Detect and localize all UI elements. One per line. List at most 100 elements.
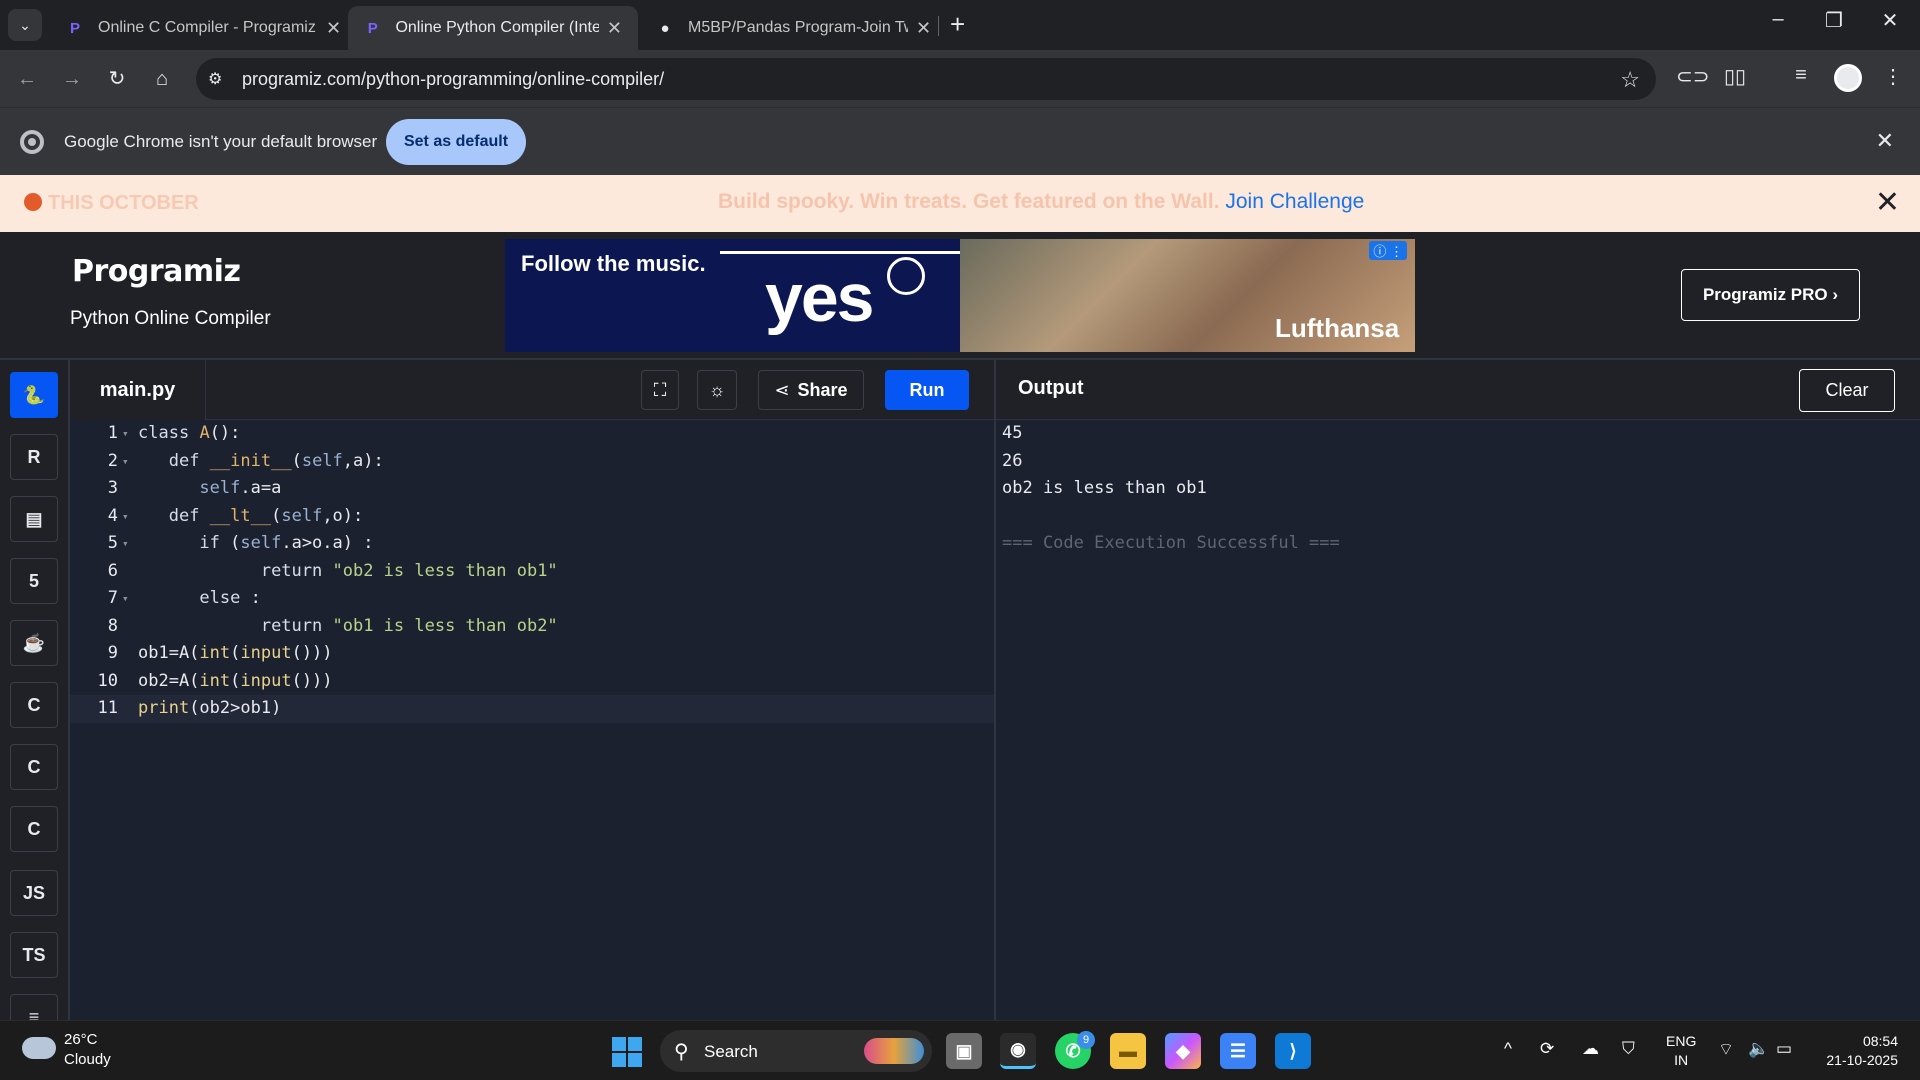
programiz-favicon-icon: P <box>367 19 378 37</box>
tab-strip: ⌄ P Online C Compiler - Programiz ✕ P On… <box>0 0 1920 50</box>
java-language-button[interactable]: ☕ <box>10 620 58 666</box>
r-language-button[interactable]: R <box>10 434 58 480</box>
address-bar[interactable]: ⚙ programiz.com/python-programming/onlin… <box>196 58 1656 100</box>
volume-muted-icon[interactable]: 🔈 <box>1748 1039 1769 1059</box>
battery-icon[interactable]: ▭ <box>1776 1039 1792 1059</box>
sun-icon: ☼ <box>708 379 726 400</box>
infobar-message: Google Chrome isn't your default browser <box>64 132 378 151</box>
task-view-icon[interactable]: ▣ <box>946 1033 982 1069</box>
site-info-icon[interactable]: ⚙ <box>208 69 222 89</box>
fold-icon[interactable]: ▾ <box>122 585 129 613</box>
clear-button[interactable]: Clear <box>1799 369 1895 412</box>
bookmark-star-icon[interactable]: ☆ <box>1620 67 1640 93</box>
html-language-button[interactable]: 5 <box>10 558 58 604</box>
cpp-language-button[interactable]: C <box>10 744 58 790</box>
github-icon: ● <box>660 19 670 37</box>
code-line: 8 return "ob1 is less than ob2" <box>107 615 558 636</box>
more-language-button[interactable]: ≡ <box>10 994 58 1020</box>
c-language-button[interactable]: C <box>10 682 58 728</box>
csharp-language-button[interactable]: C <box>10 806 58 852</box>
tab-github[interactable]: ● M5BP/Pandas Program-Join Two ✕ <box>640 6 947 50</box>
minimize-button[interactable]: – <box>1758 8 1798 31</box>
taskbar-clock[interactable]: 08:54 21-10-2025 <box>1818 1032 1898 1070</box>
python-language-button[interactable]: 🐍 <box>10 372 58 418</box>
theme-toggle-button[interactable]: ☼ <box>697 370 737 410</box>
fold-icon[interactable]: ▾ <box>122 503 129 531</box>
language-indicator[interactable]: ENG IN <box>1666 1032 1696 1070</box>
onedrive-icon[interactable]: ☁ <box>1582 1039 1599 1059</box>
close-tab-icon[interactable]: ✕ <box>916 18 931 39</box>
output-title: Output <box>1018 377 1084 399</box>
media-control-icon[interactable]: ≡ <box>1786 64 1816 87</box>
close-tab-icon[interactable]: ✕ <box>326 18 341 39</box>
tab-python-compiler[interactable]: P Online Python Compiler (Interpreter) ✕ <box>348 6 638 50</box>
programiz-pro-button[interactable]: Programiz PRO › <box>1681 269 1860 321</box>
c-icon: C <box>27 694 41 715</box>
fullscreen-button[interactable]: ⛶ <box>641 370 679 410</box>
show-hidden-icons[interactable]: ^ <box>1504 1039 1512 1059</box>
home-button[interactable]: ⌂ <box>147 64 177 94</box>
output-line: 45 <box>1002 423 1023 443</box>
ad-info-icon[interactable]: ⓘ ⋮ <box>1369 241 1407 260</box>
close-infobar-icon[interactable]: ✕ <box>1876 128 1894 154</box>
set-as-default-button[interactable]: Set as default <box>386 119 526 165</box>
profile-avatar[interactable] <box>1834 64 1862 92</box>
cpp-icon: C <box>27 756 41 777</box>
code-editor[interactable]: 1 ▾ class A(): 2 ▾ def __init__(self,a): 3 … <box>70 420 994 1020</box>
close-promo-icon[interactable]: ✕ <box>1875 185 1900 220</box>
notepad-icon[interactable]: ☰ <box>1220 1033 1256 1069</box>
chrome-menu-icon[interactable]: ⋮ <box>1878 64 1908 89</box>
chrome-taskbar-icon[interactable]: ◉ <box>1000 1033 1036 1069</box>
ad-big-text: yes <box>765 260 874 336</box>
weather-temperature[interactable]: 26°C <box>64 1031 98 1048</box>
close-tab-icon[interactable]: ✕ <box>607 18 622 39</box>
sql-language-button[interactable]: ▤ <box>10 496 58 542</box>
fold-icon[interactable]: ▾ <box>122 420 129 448</box>
sync-icon[interactable]: ⟳ <box>1540 1039 1554 1059</box>
weather-description[interactable]: Cloudy <box>64 1051 111 1068</box>
join-challenge-link[interactable]: Join Challenge <box>1225 190 1364 213</box>
link-icon[interactable]: ⊂⊃ <box>1676 64 1710 89</box>
code-line: 6 return "ob2 is less than ob1" <box>107 560 558 581</box>
code-line: 9 ob1=A(int(input())) <box>107 643 333 663</box>
tab-search-button[interactable]: ⌄ <box>8 9 42 41</box>
file-tab[interactable]: main.py <box>70 360 206 420</box>
advertisement-banner[interactable]: Follow the music. yes Lufthansa ⓘ ⋮ <box>505 239 1415 352</box>
code-line: 4 ▾ def __lt__(self,o): <box>70 503 994 531</box>
run-button[interactable]: Run <box>885 370 969 410</box>
url-text: programiz.com/python-programming/online-… <box>242 69 665 89</box>
new-tab-button[interactable]: + <box>950 10 965 38</box>
start-button[interactable] <box>612 1037 642 1067</box>
cloud-icon[interactable] <box>22 1037 56 1059</box>
wifi-icon[interactable]: ⌔ <box>1718 1039 1734 1060</box>
back-button[interactable]: ← <box>12 64 42 94</box>
html5-icon: 5 <box>28 570 39 591</box>
pumpkin-icon <box>24 193 42 211</box>
close-window-button[interactable]: ✕ <box>1870 8 1910 33</box>
security-icon[interactable]: ⛉ <box>1622 1039 1635 1059</box>
default-browser-infobar: Google Chrome isn't your default browser… <box>0 107 1920 175</box>
reading-mode-icon[interactable]: ▯▯ <box>1720 64 1750 89</box>
taskbar-search[interactable]: ⚲ Search <box>660 1030 932 1072</box>
fold-icon[interactable]: ▾ <box>122 448 129 476</box>
output-console[interactable]: 45 26 ob2 is less than ob1 === Code Exec… <box>994 420 1920 1020</box>
restore-button[interactable]: ❐ <box>1814 8 1854 33</box>
programiz-favicon-icon: P <box>69 19 80 37</box>
file-explorer-icon[interactable]: ▬ <box>1110 1033 1146 1069</box>
reload-button[interactable]: ↻ <box>102 64 132 94</box>
code-line: 10 ob2=A(int(input())) <box>97 670 333 691</box>
whatsapp-badge: 9 <box>1077 1031 1095 1049</box>
database-icon: ▤ <box>25 508 43 529</box>
output-header: Output Clear <box>994 360 1920 420</box>
fold-icon[interactable]: ▾ <box>122 530 129 558</box>
programiz-logo[interactable]: Programiz <box>72 254 241 289</box>
promo-label: THIS OCTOBER <box>24 192 199 215</box>
vscode-icon[interactable]: ⟩ <box>1275 1033 1311 1069</box>
ts-language-button[interactable]: TS <box>10 932 58 978</box>
copilot-icon[interactable]: ◆ <box>1165 1033 1201 1069</box>
forward-button[interactable]: → <box>57 64 87 94</box>
share-button[interactable]: ⋖ Share <box>758 370 864 410</box>
tab-c-compiler[interactable]: P Online C Compiler - Programiz ✕ <box>50 6 357 50</box>
language-sidebar: 🐍 R ▤ 5 ☕ C C C JS TS ≡ <box>0 360 70 1020</box>
js-language-button[interactable]: JS <box>10 870 58 916</box>
